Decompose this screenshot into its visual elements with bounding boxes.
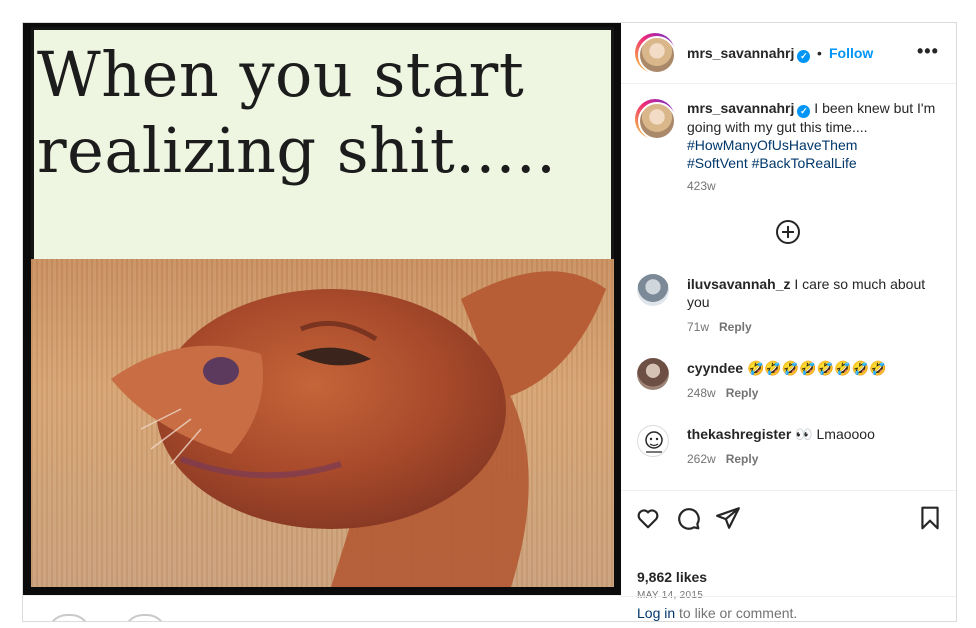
verified-badge-icon: ✓ [797, 50, 811, 63]
reply-button[interactable]: Reply [726, 452, 759, 466]
follow-button[interactable]: Follow [829, 45, 873, 61]
dog-photo [31, 259, 614, 587]
reply-button[interactable]: Reply [719, 320, 752, 334]
login-prompt-text: to like or comment. [679, 605, 798, 621]
comment-username[interactable]: iluvsavannah_z [687, 276, 791, 292]
like-count[interactable]: 9,862 likes [637, 569, 707, 585]
heart-icon [47, 614, 91, 621]
comment-icon [123, 614, 167, 621]
login-prompt: Log in to like or comment. [637, 605, 797, 621]
comment-age: 248w [687, 386, 716, 400]
comment-age: 71w [687, 320, 710, 334]
comment-body: 🤣🤣🤣🤣🤣🤣🤣🤣 [746, 360, 887, 376]
commenter-avatar[interactable] [637, 358, 669, 390]
comment-meta: 71w Reply [687, 320, 752, 334]
comment: cyyndee 🤣🤣🤣🤣🤣🤣🤣🤣 [687, 359, 942, 377]
comment-icon[interactable] [675, 505, 701, 531]
post-media[interactable]: When you start realizing shit..... [23, 23, 621, 595]
comment-username[interactable]: thekashregister [687, 426, 791, 442]
caption: mrs_savannahrj ✓ I been knew but I'm goin… [687, 99, 937, 172]
commenter-avatar[interactable] [637, 274, 669, 306]
login-link[interactable]: Log in [637, 605, 675, 621]
heart-icon[interactable] [635, 505, 661, 531]
caption-username[interactable]: mrs_savannahrj [687, 100, 794, 116]
media-footer-strip [23, 595, 621, 621]
separator-dot: • [817, 45, 822, 61]
author-username[interactable]: mrs_savannahrj [687, 45, 794, 61]
comment-age: 262w [687, 452, 716, 466]
caption-age: 423w [687, 179, 716, 193]
plus-circle-icon[interactable] [776, 220, 800, 244]
post-details-panel: mrs_savannahrj ✓ • Follow ••• mrs_savanna… [621, 23, 956, 621]
hashtag-link[interactable]: #SoftVent [687, 155, 748, 171]
author-username-container[interactable]: mrs_savannahrj ✓ [687, 45, 811, 63]
hashtag-link[interactable]: #HowManyOfUsHaveThem [687, 137, 857, 153]
comment: thekashregister 👀 Lmaoooo [687, 425, 942, 443]
hashtag-link[interactable]: #BackToRealLife [752, 155, 857, 171]
bookmark-icon[interactable] [917, 505, 943, 531]
instagram-post: When you start realizing shit..... mrs_s… [22, 22, 957, 622]
more-options-icon[interactable]: ••• [917, 41, 939, 62]
comment-meta: 248w Reply [687, 386, 758, 400]
post-header: mrs_savannahrj ✓ • Follow ••• [621, 23, 956, 84]
share-icon[interactable] [715, 505, 741, 531]
meme-caption-text: When you start realizing shit..... [37, 38, 557, 187]
verified-badge-icon: ✓ [797, 105, 811, 118]
dog-illustration [111, 271, 606, 587]
meme-image: When you start realizing shit..... [31, 27, 614, 587]
comment-body: 👀 Lmaoooo [795, 426, 875, 442]
author-avatar[interactable] [635, 33, 676, 74]
caption-avatar[interactable] [635, 99, 676, 140]
reply-button[interactable]: Reply [726, 386, 759, 400]
commenter-avatar[interactable] [637, 425, 669, 457]
rage-face-icon [645, 431, 663, 453]
comment-meta: 262w Reply [687, 452, 758, 466]
comment-username[interactable]: cyyndee [687, 360, 743, 376]
comment: iluvsavannah_z I care so much about you [687, 275, 942, 311]
login-prompt-bar: Log in to like or comment. [621, 596, 956, 621]
